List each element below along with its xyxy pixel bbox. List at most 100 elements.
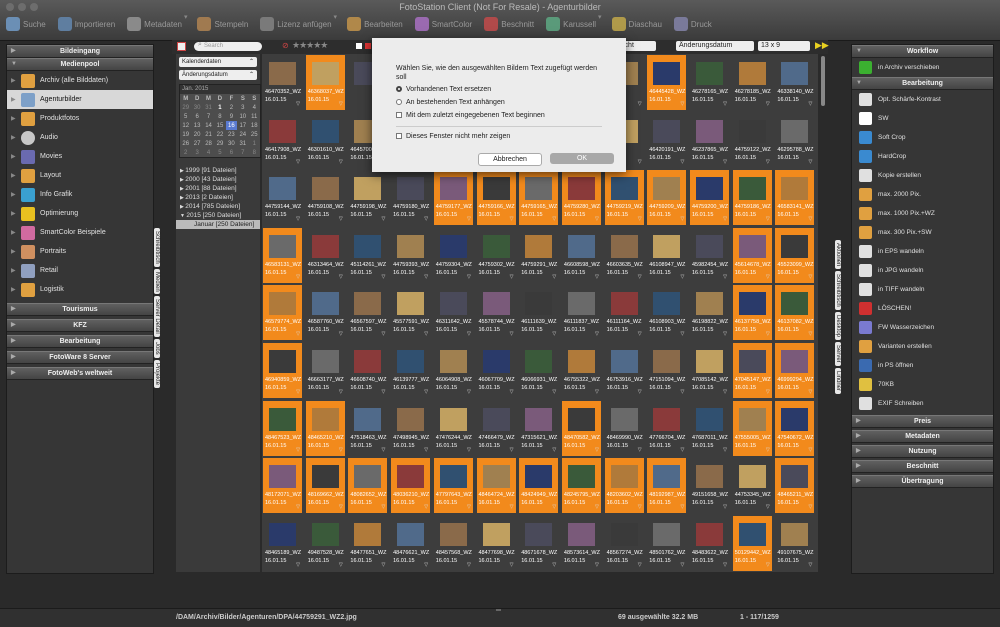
disclosure-triangle-icon[interactable]: ▶ — [11, 134, 16, 141]
thumbnail-image[interactable] — [781, 522, 809, 546]
thumbnail-cell[interactable]: 46338140_WZ 16.01.15 ▽ — [775, 55, 814, 110]
thumbnail-menu-icon[interactable]: ▽ — [552, 504, 556, 510]
thumbnail-cell[interactable]: 44759186_WZ 16.01.15 ▽ — [732, 170, 772, 226]
thumbnail-cell[interactable]: 47315621_WZ 16.01.15 ▽ — [519, 401, 558, 456]
thumbnail-menu-icon[interactable]: ▽ — [467, 562, 471, 568]
toolbar-button[interactable]: Importieren — [52, 13, 121, 35]
thumbnail-menu-icon[interactable]: ▽ — [723, 447, 727, 453]
thumbnail-image[interactable] — [781, 234, 809, 258]
thumbnail-image[interactable] — [354, 177, 382, 201]
thumbnail-cell[interactable]: 46278185_WZ 16.01.15 ▽ — [733, 55, 772, 110]
thumbnail-cell[interactable]: 47540672_WZ 16.01.15 ▽ — [775, 400, 815, 456]
thumbnail-menu-icon[interactable]: ▽ — [766, 331, 770, 337]
thumbnail-image[interactable] — [439, 465, 467, 489]
thumbnail-cell[interactable]: 47151094_WZ 16.01.15 ▽ — [647, 343, 686, 398]
color-label-white[interactable] — [356, 43, 362, 49]
thumbnail-cell[interactable]: 49107675_WZ 16.01.15 ▽ — [775, 516, 814, 571]
thumbnail-image[interactable] — [311, 62, 339, 85]
calendar-day[interactable]: 2 — [180, 148, 191, 157]
calendar-day[interactable]: 27 — [191, 139, 202, 148]
thumbnail-menu-icon[interactable]: ▽ — [680, 101, 684, 107]
sidebar-item[interactable]: ▶ Optimierung — [7, 204, 153, 223]
thumbnail-cell[interactable]: 44759144_WZ 16.01.15 ▽ — [263, 170, 302, 225]
thumbnail-menu-icon[interactable]: ▽ — [809, 447, 813, 453]
thumbnail-menu-icon[interactable]: ▽ — [467, 447, 471, 453]
thumbnail-image[interactable] — [482, 234, 510, 258]
thumbnail-menu-icon[interactable]: ▽ — [467, 504, 471, 510]
thumbnail-menu-icon[interactable]: ▽ — [638, 562, 642, 568]
thumbnail-cell[interactable]: 48036210_WZ 16.01.15 ▽ — [391, 458, 431, 514]
thumbnail-cell[interactable]: 48573614_WZ 16.01.15 ▽ — [562, 516, 601, 571]
thumbnail-image[interactable] — [439, 407, 467, 431]
thumbnail-image[interactable] — [696, 234, 723, 258]
thumbnail-menu-icon[interactable]: ▽ — [680, 216, 684, 222]
toolbar-button[interactable]: Karussell — [540, 13, 602, 35]
thumbnail-cell[interactable]: 46470352_WZ 16.01.15 ▽ — [263, 55, 302, 110]
thumbnail-cell[interactable]: 48483622_WZ 16.01.15 ▽ — [690, 516, 729, 571]
thumbnail-menu-icon[interactable]: ▽ — [424, 504, 428, 510]
thumbnail-cell[interactable]: 46567597_WZ 16.01.15 ▽ — [348, 285, 387, 340]
thumbnail-menu-icon[interactable]: ▽ — [638, 159, 642, 165]
calendar-day[interactable]: 9 — [226, 112, 237, 121]
thumbnail-menu-icon[interactable]: ▽ — [766, 504, 770, 510]
thumbnail-cell[interactable]: 45577591_WZ 16.01.15 ▽ — [391, 285, 430, 340]
thumbnail-menu-icon[interactable]: ▽ — [510, 274, 514, 280]
thumbnail-menu-icon[interactable]: ▽ — [595, 504, 599, 510]
thumbnail-menu-icon[interactable]: ▽ — [382, 331, 386, 337]
calendar-day[interactable]: 18 — [249, 121, 260, 130]
calendar-day[interactable]: 28 — [203, 139, 214, 148]
sidebar-item[interactable]: ▶ Archiv (alle Bilddaten) — [7, 71, 153, 90]
thumbnail-image[interactable] — [610, 407, 638, 431]
disclosure-triangle-icon[interactable]: ▶ — [11, 286, 16, 293]
side-tab[interactable]: Desktop — [835, 312, 841, 341]
sort-field-dropdown[interactable]: Änderungsdatum — [676, 41, 754, 51]
thumbnail-cell[interactable]: 46940859_WZ 16.01.15 ▽ — [263, 343, 302, 398]
action-item[interactable]: FW Wasserzeichen — [852, 318, 993, 337]
thumbnail-image[interactable] — [482, 177, 510, 201]
thumbnail-menu-icon[interactable]: ▽ — [723, 389, 727, 395]
thumbnail-image[interactable] — [397, 177, 425, 201]
thumbnail-image[interactable] — [269, 465, 296, 489]
year-node[interactable]: ▶ 2001 [88 Dateien] — [176, 184, 260, 193]
thumbnail-cell[interactable]: 48477651_WZ 16.01.15 ▽ — [348, 516, 387, 571]
year-node[interactable]: ▶ 2000 [43 Dateien] — [176, 175, 260, 184]
ok-button[interactable]: OK — [550, 153, 614, 164]
thumbnail-menu-icon[interactable]: ▽ — [809, 331, 813, 337]
thumbnail-menu-icon[interactable]: ▽ — [552, 562, 556, 568]
rating-stars[interactable]: ★★★★★ — [292, 40, 328, 51]
thumbnail-image[interactable] — [311, 350, 339, 373]
thumbnail-image[interactable] — [269, 62, 296, 85]
thumbnail-image[interactable] — [738, 407, 766, 431]
sidebar-item[interactable]: ▶ SmartColor Beispiele — [7, 223, 153, 242]
sidebar-item[interactable]: ▶ Layout — [7, 166, 153, 185]
thumbnail-image[interactable] — [269, 177, 296, 201]
side-tab[interactable]: Lindner — [835, 367, 841, 394]
thumbnail-image[interactable] — [738, 119, 766, 143]
thumbnail-menu-icon[interactable]: ▽ — [467, 216, 471, 222]
calendar-day[interactable]: 5 — [180, 112, 191, 121]
thumbnail-image[interactable] — [653, 465, 681, 489]
thumbnail-image[interactable] — [738, 234, 766, 258]
thumbnail-cell[interactable]: 46139777_WZ 16.01.15 ▽ — [391, 343, 430, 398]
thumbnail-cell[interactable]: 46583141_WZ 16.01.15 ▽ — [775, 170, 815, 226]
thumbnail-cell[interactable]: 48192987_WZ 16.01.15 ▽ — [647, 458, 687, 514]
thumbnail-image[interactable] — [269, 292, 296, 316]
thumbnail-image[interactable] — [525, 234, 553, 258]
thumbnail-image[interactable] — [653, 350, 681, 373]
thumbnail-cell[interactable]: 46753916_WZ 16.01.15 ▽ — [605, 343, 644, 398]
thumbnail-menu-icon[interactable]: ▽ — [595, 216, 599, 222]
thumbnail-image[interactable] — [269, 119, 296, 143]
thumbnail-image[interactable] — [781, 465, 809, 489]
thumbnail-image[interactable] — [311, 522, 339, 546]
thumbnail-menu-icon[interactable]: ▽ — [510, 216, 514, 222]
thumbnail-cell[interactable]: 48470582_WZ 16.01.15 ▽ — [561, 400, 601, 456]
thumbnail-image[interactable] — [781, 177, 809, 201]
thumbnail-menu-icon[interactable]: ▽ — [339, 504, 343, 510]
section-header[interactable]: ▶ Bearbeitung — [7, 335, 153, 348]
toolbar-dropdown-icon[interactable]: ▾ — [184, 13, 188, 39]
thumbnail-menu-icon[interactable]: ▽ — [424, 389, 428, 395]
thumbnail-cell[interactable]: 44759200_WZ 16.01.15 ▽ — [690, 170, 729, 226]
calendar-day[interactable]: 14 — [203, 121, 214, 130]
thumbnail-menu-icon[interactable]: ▽ — [595, 447, 599, 453]
calendar-day[interactable]: 10 — [237, 112, 248, 121]
